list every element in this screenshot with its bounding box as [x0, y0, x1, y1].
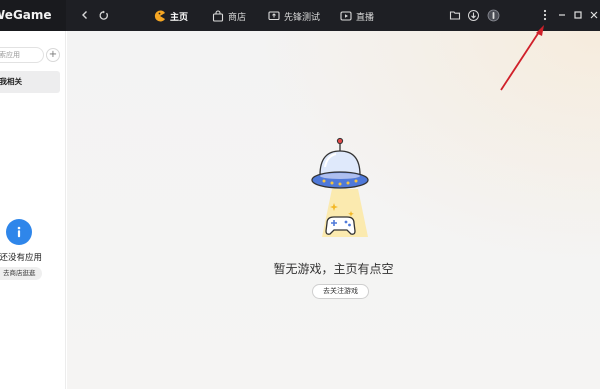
tab-store-label: 商店: [228, 12, 247, 23]
title-bar: WeGame 主页 商店 先锋测试 直播: [0, 0, 600, 31]
tab-live-label: 直播: [356, 12, 375, 23]
tab-home[interactable]: 主页: [154, 8, 188, 24]
back-button[interactable]: [77, 7, 93, 23]
go-to-store-label: 去商店逛逛: [3, 269, 36, 277]
ufo-illustration: [311, 137, 369, 237]
maximize-icon: [574, 11, 582, 19]
tab-pioneer-test-label: 先锋测试: [284, 12, 321, 23]
tab-live[interactable]: 直播: [340, 8, 374, 24]
main-content: 暂无游戏，主页有点空 去关注游戏: [67, 31, 600, 389]
tab-pioneer-test[interactable]: 先锋测试: [268, 8, 320, 24]
download-button[interactable]: [466, 8, 480, 22]
search-input[interactable]: 搜索应用: [0, 47, 44, 63]
sidebar-item-related[interactable]: 与我相关: [0, 71, 60, 93]
refresh-icon: [99, 10, 108, 20]
maximize-button[interactable]: [571, 8, 585, 22]
avatar-icon: [487, 9, 499, 21]
close-button[interactable]: [587, 8, 600, 22]
empty-games-title: 暂无游戏，主页有点空: [273, 262, 394, 276]
download-icon: [467, 9, 479, 21]
refresh-button[interactable]: [95, 7, 111, 23]
plus-icon: +: [48, 49, 58, 60]
bag-icon: [212, 10, 224, 22]
empty-apps-text: 您还没有应用: [0, 253, 43, 263]
tab-store[interactable]: 商店: [212, 8, 246, 24]
close-icon: [590, 11, 598, 19]
search-placeholder: 搜索应用: [0, 51, 20, 59]
go-to-store-button[interactable]: 去商店逛逛: [0, 267, 42, 280]
tab-home-label: 主页: [170, 12, 189, 23]
minimize-icon: [559, 14, 565, 16]
app-logo: WeGame: [0, 8, 52, 22]
folder-icon: [449, 11, 461, 20]
avatar-button[interactable]: [486, 8, 500, 22]
monitor-upload-icon: [268, 10, 280, 22]
sidebar: 搜索应用 + 与我相关 您还没有应用 去商店逛逛: [0, 31, 66, 389]
follow-games-button[interactable]: 去关注游戏: [312, 284, 369, 299]
info-icon: [6, 219, 32, 245]
pacman-icon: [154, 10, 166, 22]
sidebar-item-label: 与我相关: [0, 77, 22, 86]
play-icon: [340, 10, 352, 22]
more-button[interactable]: [538, 8, 552, 22]
title-bar-left: WeGame: [0, 0, 66, 31]
folder-button[interactable]: [448, 8, 462, 22]
more-icon: [543, 9, 547, 21]
chevron-left-icon: [82, 11, 87, 19]
add-app-button[interactable]: +: [46, 48, 60, 62]
empty-apps-message: 您还没有应用: [0, 251, 42, 263]
minimize-button[interactable]: [555, 8, 569, 22]
